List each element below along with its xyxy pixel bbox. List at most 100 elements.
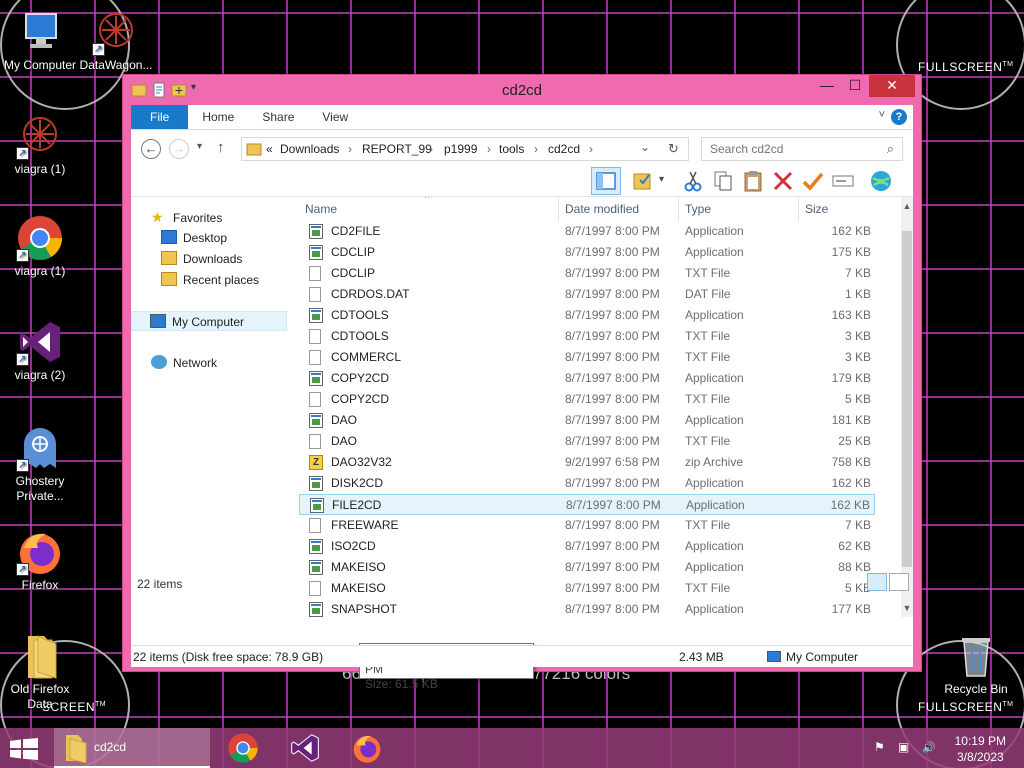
desktop-icon-datawagon[interactable]: DataWagon...: [76, 8, 156, 73]
file-row[interactable]: DAO32V32 9/2/1997 6:58 PM zip Archive 758 K…: [299, 452, 875, 473]
ribbon-expand-icon[interactable]: ˅: [879, 109, 885, 121]
file-row[interactable]: COMMERCL 8/7/1997 8:00 PM TXT File 3 KB: [299, 347, 875, 368]
file-row[interactable]: FREEWARE 8/7/1997 8:00 PM TXT File 7 KB: [299, 515, 875, 536]
file-row[interactable]: MAKEISO 8/7/1997 8:00 PM TXT File 5 KB: [299, 578, 875, 599]
nav-recent-places[interactable]: Recent places: [161, 270, 259, 290]
vertical-scrollbar[interactable]: ▲ ▼: [901, 197, 913, 617]
chevron-down-icon[interactable]: ▾: [659, 174, 664, 185]
minimize-button[interactable]: —: [813, 75, 841, 97]
breadcrumb-report-99[interactable]: REPORT_99: [362, 142, 432, 156]
tab-share[interactable]: Share: [248, 105, 308, 129]
back-button[interactable]: ←: [141, 139, 161, 159]
breadcrumb-separator[interactable]: ›: [487, 142, 491, 156]
taskbar-item-visual-studio[interactable]: [284, 728, 326, 768]
file-row[interactable]: MAKEISO 8/7/1997 8:00 PM Application 88 KB: [299, 557, 875, 578]
organize-icon[interactable]: [631, 169, 655, 193]
address-dropdown-icon[interactable]: ⌄: [640, 140, 650, 154]
scroll-down-arrow[interactable]: ▼: [901, 603, 913, 613]
nav-desktop[interactable]: Desktop: [161, 228, 227, 248]
network-icon[interactable]: ▣: [898, 740, 909, 754]
column-size[interactable]: Size: [799, 197, 877, 221]
up-button[interactable]: ↑: [217, 139, 225, 156]
breadcrumb-separator[interactable]: ›: [348, 142, 352, 156]
file-row[interactable]: COPY2CD 8/7/1997 8:00 PM TXT File 5 KB: [299, 389, 875, 410]
taskbar-item-firefox[interactable]: [346, 728, 388, 768]
scroll-up-arrow[interactable]: ▲: [901, 201, 913, 211]
paste-icon[interactable]: [741, 169, 765, 193]
globe-icon[interactable]: [869, 169, 893, 193]
search-icon[interactable]: ⌕: [887, 141, 894, 157]
search-input[interactable]: [702, 138, 872, 160]
breadcrumb-separator[interactable]: ›: [589, 142, 593, 156]
address-bar[interactable]: « Downloads › REPORT_99 › p1999 › tools …: [241, 137, 689, 161]
select-checkmark-icon[interactable]: [801, 169, 825, 193]
tab-file[interactable]: File: [131, 105, 189, 129]
start-button[interactable]: [10, 738, 38, 760]
recent-locations-icon[interactable]: ▾: [197, 141, 202, 152]
taskbar-item-chrome[interactable]: [222, 728, 264, 768]
maximize-button[interactable]: ☐: [841, 75, 869, 97]
file-row[interactable]: ISO2CD 8/7/1997 8:00 PM Application 62 KB: [299, 536, 875, 557]
refresh-icon[interactable]: ↻: [668, 141, 679, 157]
file-row[interactable]: CDCLIP 8/7/1997 8:00 PM TXT File 7 KB: [299, 263, 875, 284]
file-row[interactable]: CD2FILE 8/7/1997 8:00 PM Application 162 KB: [299, 221, 875, 242]
action-center-flag-icon[interactable]: ⚑: [874, 740, 885, 754]
breadcrumb-overflow[interactable]: «: [266, 142, 273, 156]
volume-icon[interactable]: 🔊: [922, 741, 936, 754]
taskbar-item-cd2cd[interactable]: cd2cd: [54, 728, 210, 768]
file-type: TXT File: [685, 518, 731, 532]
forward-button[interactable]: →: [169, 139, 189, 159]
delete-icon[interactable]: [771, 169, 795, 193]
column-date-modified[interactable]: Date modified: [559, 197, 679, 221]
close-button[interactable]: ✕: [869, 75, 915, 97]
tab-home[interactable]: Home: [188, 105, 248, 129]
breadcrumb-tools[interactable]: tools: [499, 142, 524, 156]
file-row[interactable]: COPY2CD 8/7/1997 8:00 PM Application 179 KB: [299, 368, 875, 389]
breadcrumb-separator[interactable]: ›: [534, 142, 538, 156]
desktop-icon-viagra-1-chrome[interactable]: viagra (1): [0, 214, 80, 279]
file-row[interactable]: CDTOOLS 8/7/1997 8:00 PM Application 163 KB: [299, 305, 875, 326]
desktop-icon-my-computer[interactable]: My Computer: [0, 8, 80, 73]
tab-view[interactable]: View: [308, 105, 362, 129]
copy-icon[interactable]: [711, 169, 735, 193]
file-row[interactable]: DAO 8/7/1997 8:00 PM TXT File 25 KB: [299, 431, 875, 452]
address-row: ← → ▾ ↑ « Downloads › REPORT_99 › p1999 …: [131, 129, 913, 165]
column-type[interactable]: Type: [679, 197, 799, 221]
file-row[interactable]: CDTOOLS 8/7/1997 8:00 PM TXT File 3 KB: [299, 326, 875, 347]
preview-pane-icon[interactable]: [591, 167, 621, 195]
desktop-icon-viagra-2[interactable]: viagra (2): [0, 318, 80, 383]
file-row[interactable]: DISK2CD 8/7/1997 8:00 PM Application 162 KB: [299, 473, 875, 494]
file-row[interactable]: CDRDOS.DAT 8/7/1997 8:00 PM DAT File 1 KB: [299, 284, 875, 305]
nav-favorites[interactable]: ★ Favorites: [151, 207, 222, 227]
file-row[interactable]: FILE2CD 8/7/1997 8:00 PM Application 162 KB: [299, 494, 875, 515]
scroll-thumb[interactable]: [902, 231, 912, 567]
file-row[interactable]: SNAPSHOT 8/7/1997 8:00 PM Application 177 K…: [299, 599, 875, 617]
breadcrumb-p1999[interactable]: p1999: [444, 142, 477, 156]
desktop-icon-old-firefox-data[interactable]: Old Firefox Data: [0, 632, 80, 712]
breadcrumb-downloads[interactable]: Downloads: [280, 142, 339, 156]
file-name: CDCLIP: [331, 266, 376, 280]
file-row[interactable]: DAO 8/7/1997 8:00 PM Application 181 KB: [299, 410, 875, 431]
nav-my-computer[interactable]: My Computer: [131, 311, 287, 331]
title-bar[interactable]: ▾ cd2cd — ☐ ✕: [123, 75, 921, 105]
cut-icon[interactable]: [681, 169, 705, 193]
details-view-button[interactable]: [867, 573, 887, 591]
breadcrumb-cd2cd[interactable]: cd2cd: [548, 142, 580, 156]
desktop-icon-recycle-bin[interactable]: Recycle Bin: [936, 632, 1016, 697]
nav-downloads[interactable]: Downloads: [161, 249, 242, 269]
nav-network[interactable]: Network: [151, 353, 217, 373]
large-icons-view-button[interactable]: [889, 573, 909, 591]
desktop-icon-firefox[interactable]: Firefox: [0, 528, 80, 593]
explorer-window[interactable]: ▾ cd2cd — ☐ ✕ File Home Share View ˅ ? ←…: [122, 74, 922, 691]
desktop-icon-ghostery[interactable]: Ghostery Private...: [0, 424, 80, 504]
search-box[interactable]: ⌕: [701, 137, 903, 161]
breadcrumb-separator[interactable]: ›: [429, 142, 433, 156]
file-size: 181 KB: [831, 413, 871, 427]
clock[interactable]: 10:19 PM 3/8/2023: [955, 733, 1006, 765]
navigation-pane: ★ Favorites Desktop Downloads Recent plac…: [131, 197, 291, 617]
desktop-icon-viagra-1[interactable]: viagra (1): [0, 112, 80, 177]
file-row[interactable]: CDCLIP 8/7/1997 8:00 PM Application 175 KB: [299, 242, 875, 263]
help-icon[interactable]: ?: [891, 109, 907, 125]
rename-icon[interactable]: [831, 169, 855, 193]
column-name[interactable]: Name: [299, 197, 559, 221]
